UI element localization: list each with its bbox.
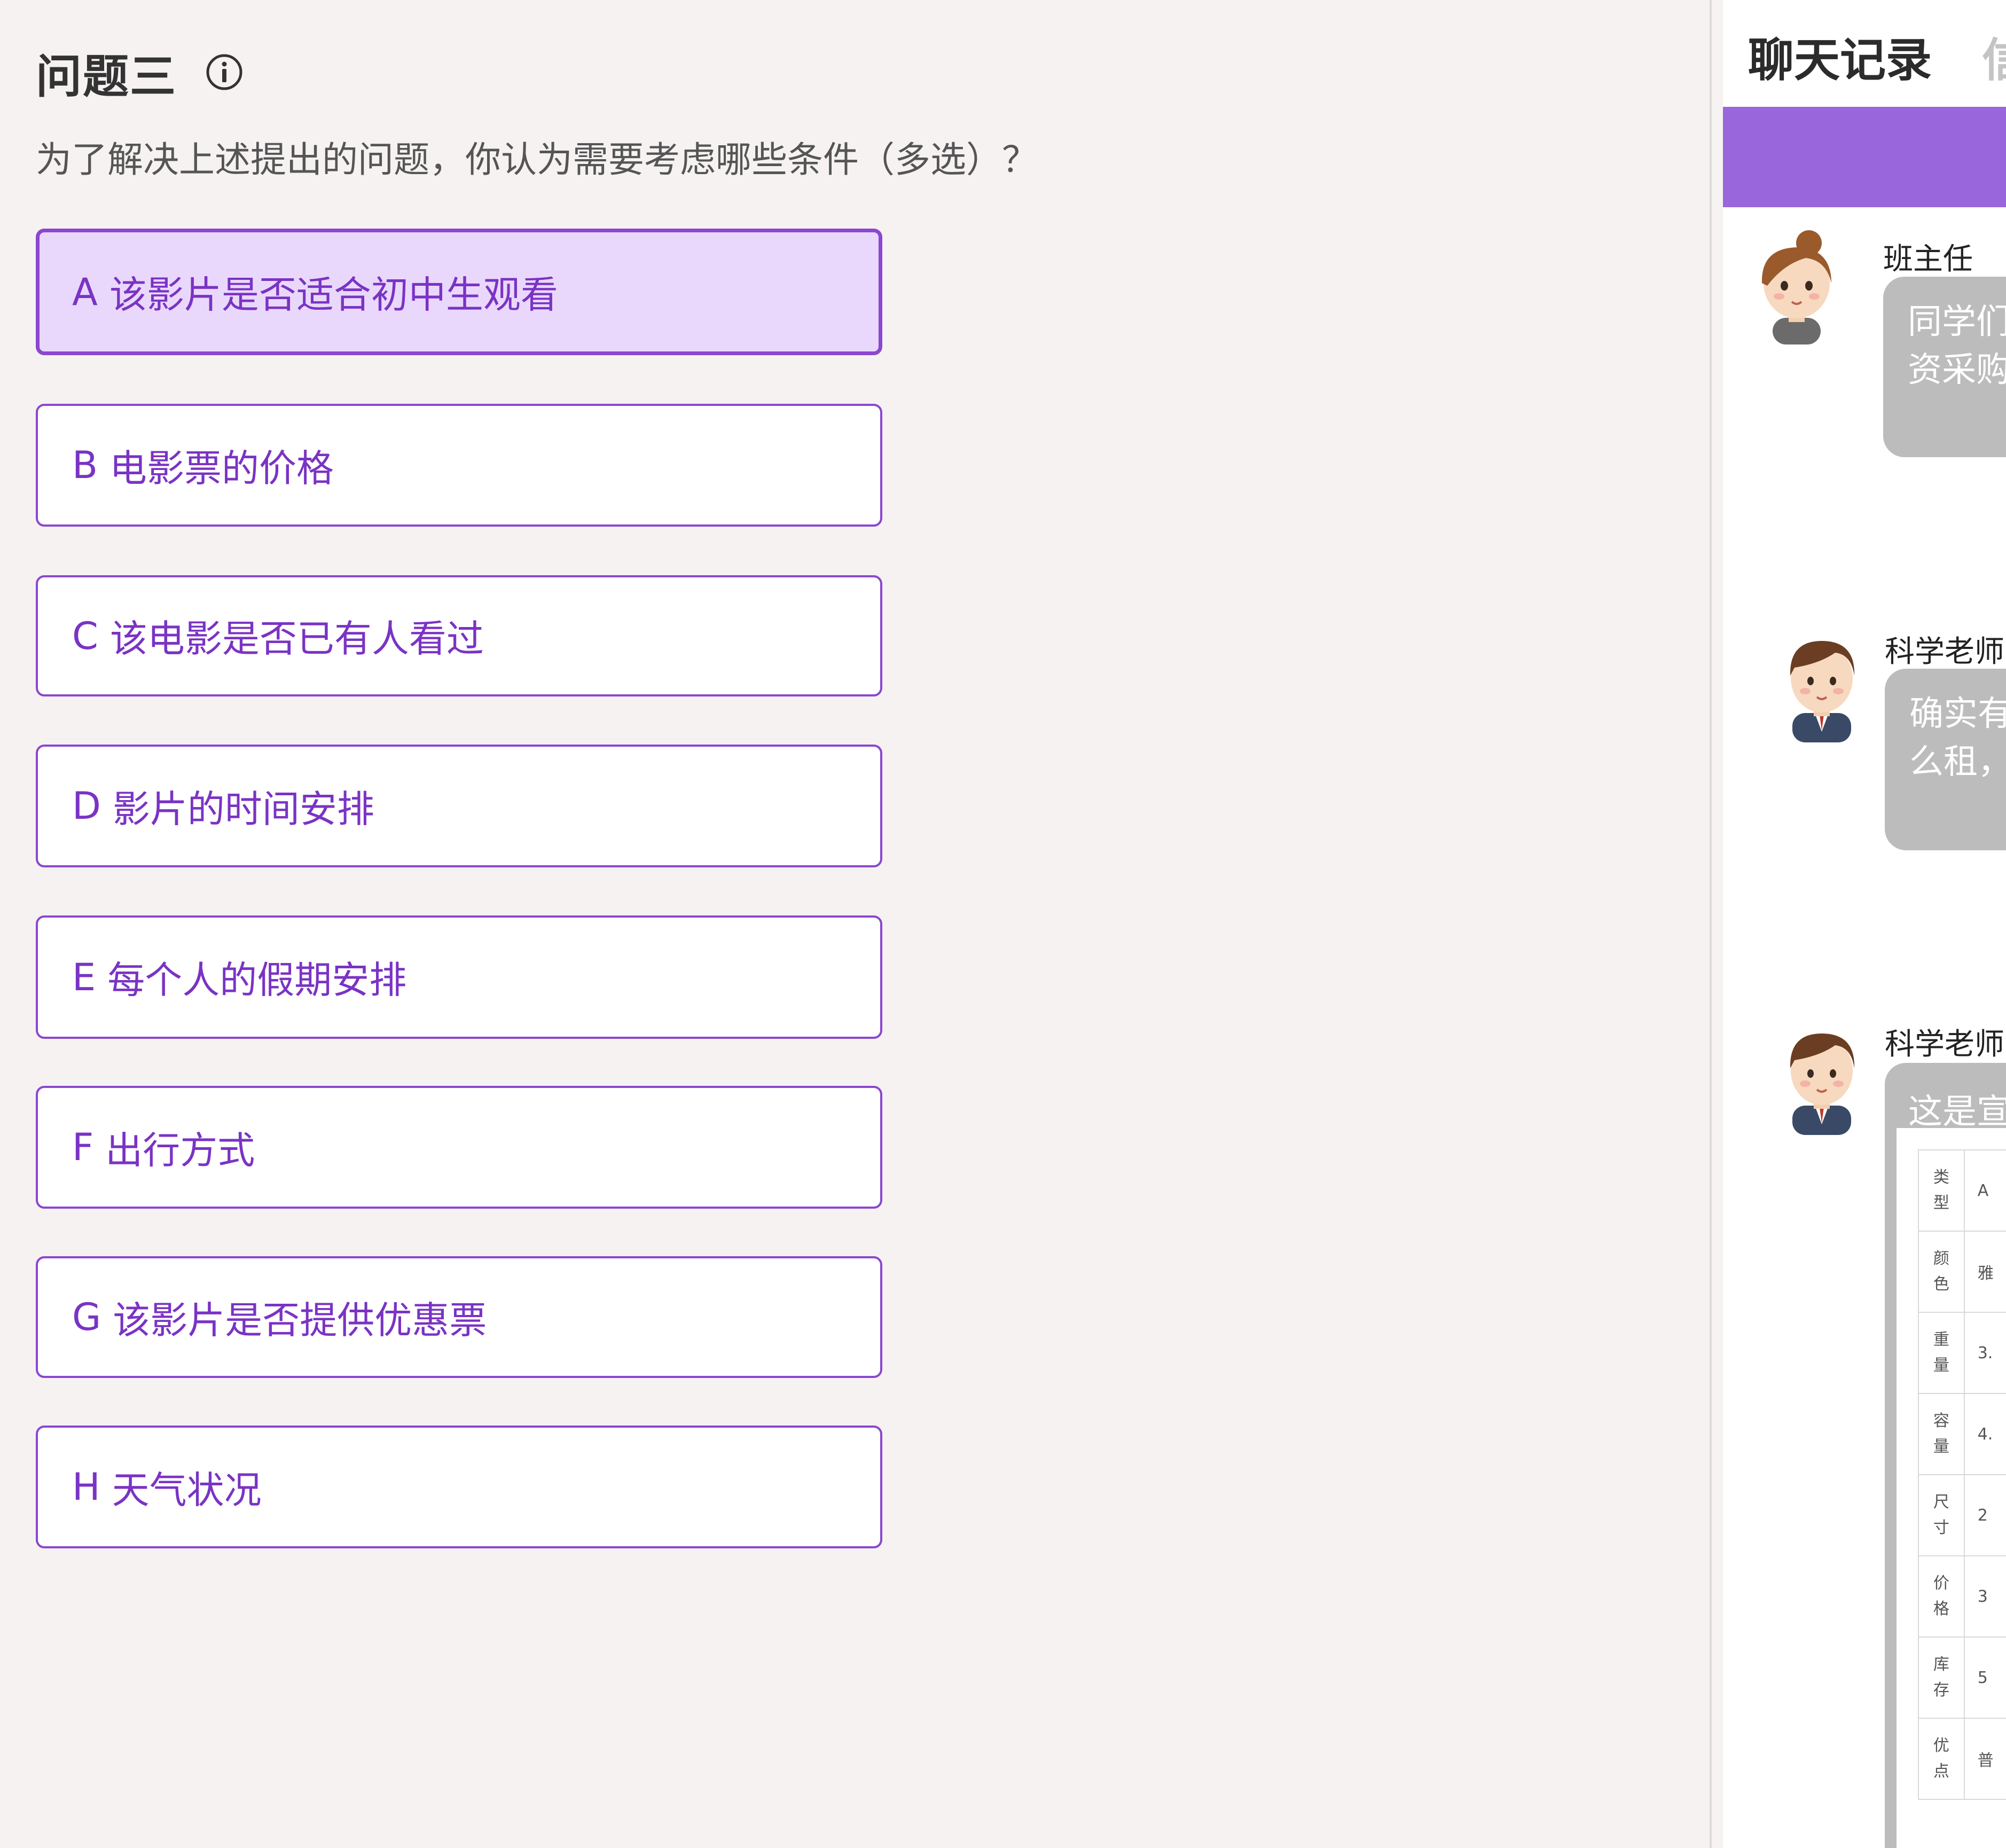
spec-key: 容量 xyxy=(1918,1393,1965,1475)
option-text: 该影片是否适合初中生观看 xyxy=(109,273,558,317)
spec-key-char: 价 xyxy=(1933,1574,1949,1593)
spec-key: 库存 xyxy=(1918,1636,1965,1719)
tab-chat-history[interactable]: 聊天记录 xyxy=(1748,22,1932,89)
spec-row: 重量 3. xyxy=(1918,1312,2006,1394)
option-text: 天气状况 xyxy=(112,1468,262,1512)
spec-key-char: 容 xyxy=(1933,1412,1949,1430)
option-letter: C xyxy=(72,614,98,658)
message-line: 资采购 xyxy=(1908,350,2006,390)
spec-value: A xyxy=(1963,1149,2006,1232)
spec-row: 优点普 xyxy=(1918,1718,2006,1800)
spec-row: 库存5 xyxy=(1918,1636,2006,1719)
male-teacher-avatar-icon xyxy=(1771,1017,1872,1135)
option-letter: H xyxy=(72,1465,100,1509)
question-title: 问题三 xyxy=(36,50,177,104)
option-text: 每个人的假期安排 xyxy=(107,958,407,1002)
tab-info[interactable]: 信 xyxy=(1982,22,2006,89)
option-text: 电影票的价格 xyxy=(109,446,334,490)
spec-key-char: 颜 xyxy=(1933,1249,1949,1268)
option-text: 该电影是否已有人看过 xyxy=(109,617,484,661)
spec-row: 尺寸2 xyxy=(1918,1474,2006,1556)
spec-key: 尺寸 xyxy=(1918,1474,1965,1556)
message-line: 同学们 xyxy=(1908,302,2006,342)
spec-key-char: 存 xyxy=(1933,1681,1949,1700)
spec-row: 容量 4. xyxy=(1918,1393,2006,1475)
option-letter: E xyxy=(72,955,96,999)
spec-value: 普 xyxy=(1963,1718,2006,1800)
option-e[interactable]: E 每个人的假期安排 xyxy=(36,915,882,1039)
spec-key-char: 尺 xyxy=(1933,1493,1949,1512)
spec-row: 类型A xyxy=(1918,1149,2006,1232)
female-teacher-avatar-icon xyxy=(1746,227,1847,344)
message-bubble: 同学们 资采购 xyxy=(1883,277,2006,457)
message-sender: 科学老师 xyxy=(1885,1027,2004,1062)
spec-value: 3 xyxy=(1963,1555,2006,1638)
spec-key-char: 优 xyxy=(1933,1736,1949,1755)
message-sender: 班主任 xyxy=(1883,242,1973,277)
panel-divider[interactable] xyxy=(1710,0,1712,1848)
spec-key-char: 寸 xyxy=(1933,1518,1949,1537)
spec-key-char: 量 xyxy=(1933,1356,1949,1375)
spec-key-char: 格 xyxy=(1933,1600,1949,1618)
option-letter: B xyxy=(72,443,98,487)
male-teacher-avatar-icon xyxy=(1771,625,1872,742)
spec-key-char: 点 xyxy=(1933,1762,1949,1781)
option-h[interactable]: H 天气状况 xyxy=(36,1426,882,1548)
chat-panel: 聊天记录 信 班主任 同学们 资采购 科学老师 确实有 么租， 科学老师 这是宣… xyxy=(1723,0,2006,1848)
option-c[interactable]: C 该电影是否已有人看过 xyxy=(36,575,882,696)
message-bubble: 确实有 么租， xyxy=(1885,669,2006,850)
option-text: 影片的时间安排 xyxy=(112,787,374,831)
option-text: 该影片是否提供优惠票 xyxy=(113,1298,487,1342)
message-line: 么租， xyxy=(1909,742,2006,782)
spec-value: 3. xyxy=(1963,1312,2006,1394)
spec-row: 颜色雅 xyxy=(1918,1231,2006,1313)
question-panel: 问题三 为了解决上述提出的问题，你认为需要考虑哪些条件（多选）？ A 该影片是否… xyxy=(0,0,1709,1848)
spec-key: 颜色 xyxy=(1918,1231,1965,1313)
message-line: 确实有 xyxy=(1909,694,2006,734)
product-spec-image[interactable]: 类型 A 颜色雅重量 3. 容量 4. 尺寸 2 价格 3 库存 5 优点普 xyxy=(1897,1128,2006,1848)
spec-value: 2 xyxy=(1963,1474,2006,1556)
spec-key-char: 重 xyxy=(1933,1330,1949,1349)
chat-tab-bar: 聊天记录 信 xyxy=(1723,0,2006,108)
question-header: 问题三 xyxy=(36,45,243,104)
spec-key-char: 色 xyxy=(1933,1275,1949,1294)
info-circle-icon[interactable] xyxy=(206,53,243,91)
option-letter: D xyxy=(72,784,101,828)
message-bubble-image: 这是宣 类型 A 颜色雅重量 3. 容量 4. 尺寸 2 价格 3 库存 5 优点普 xyxy=(1885,1063,2006,1848)
spec-key: 优点 xyxy=(1918,1718,1965,1800)
message-line: 这是宣 xyxy=(1908,1092,2006,1132)
spec-key: 类型 xyxy=(1918,1149,1965,1232)
option-letter: A xyxy=(72,270,98,314)
question-prompt: 为了解决上述提出的问题，你认为需要考虑哪些条件（多选）？ xyxy=(36,139,1038,181)
option-d[interactable]: D 影片的时间安排 xyxy=(36,745,882,867)
option-a[interactable]: A 该影片是否适合初中生观看 xyxy=(36,229,882,355)
option-letter: F xyxy=(72,1125,94,1169)
spec-key-char: 库 xyxy=(1933,1655,1949,1674)
spec-row: 价格3 xyxy=(1918,1555,2006,1638)
spec-key-char: 型 xyxy=(1933,1194,1949,1212)
spec-key-char: 类 xyxy=(1933,1168,1949,1187)
chat-banner xyxy=(1723,107,2006,207)
option-b[interactable]: B 电影票的价格 xyxy=(36,404,882,527)
option-letter: G xyxy=(72,1295,101,1339)
spec-value: 4. xyxy=(1963,1393,2006,1475)
message-sender: 科学老师 xyxy=(1885,635,2004,669)
spec-key-char: 量 xyxy=(1933,1437,1949,1456)
spec-key: 重量 xyxy=(1918,1312,1965,1394)
spec-value: 5 xyxy=(1963,1636,2006,1719)
spec-value: 雅 xyxy=(1963,1231,2006,1313)
spec-table: 类型 A 颜色雅重量 3. 容量 4. 尺寸 2 价格 3 库存 5 优点普 xyxy=(1918,1149,2006,1800)
option-g[interactable]: G 该影片是否提供优惠票 xyxy=(36,1256,882,1378)
option-f[interactable]: F 出行方式 xyxy=(36,1086,882,1209)
option-text: 出行方式 xyxy=(105,1128,255,1172)
spec-key: 价格 xyxy=(1918,1555,1965,1638)
